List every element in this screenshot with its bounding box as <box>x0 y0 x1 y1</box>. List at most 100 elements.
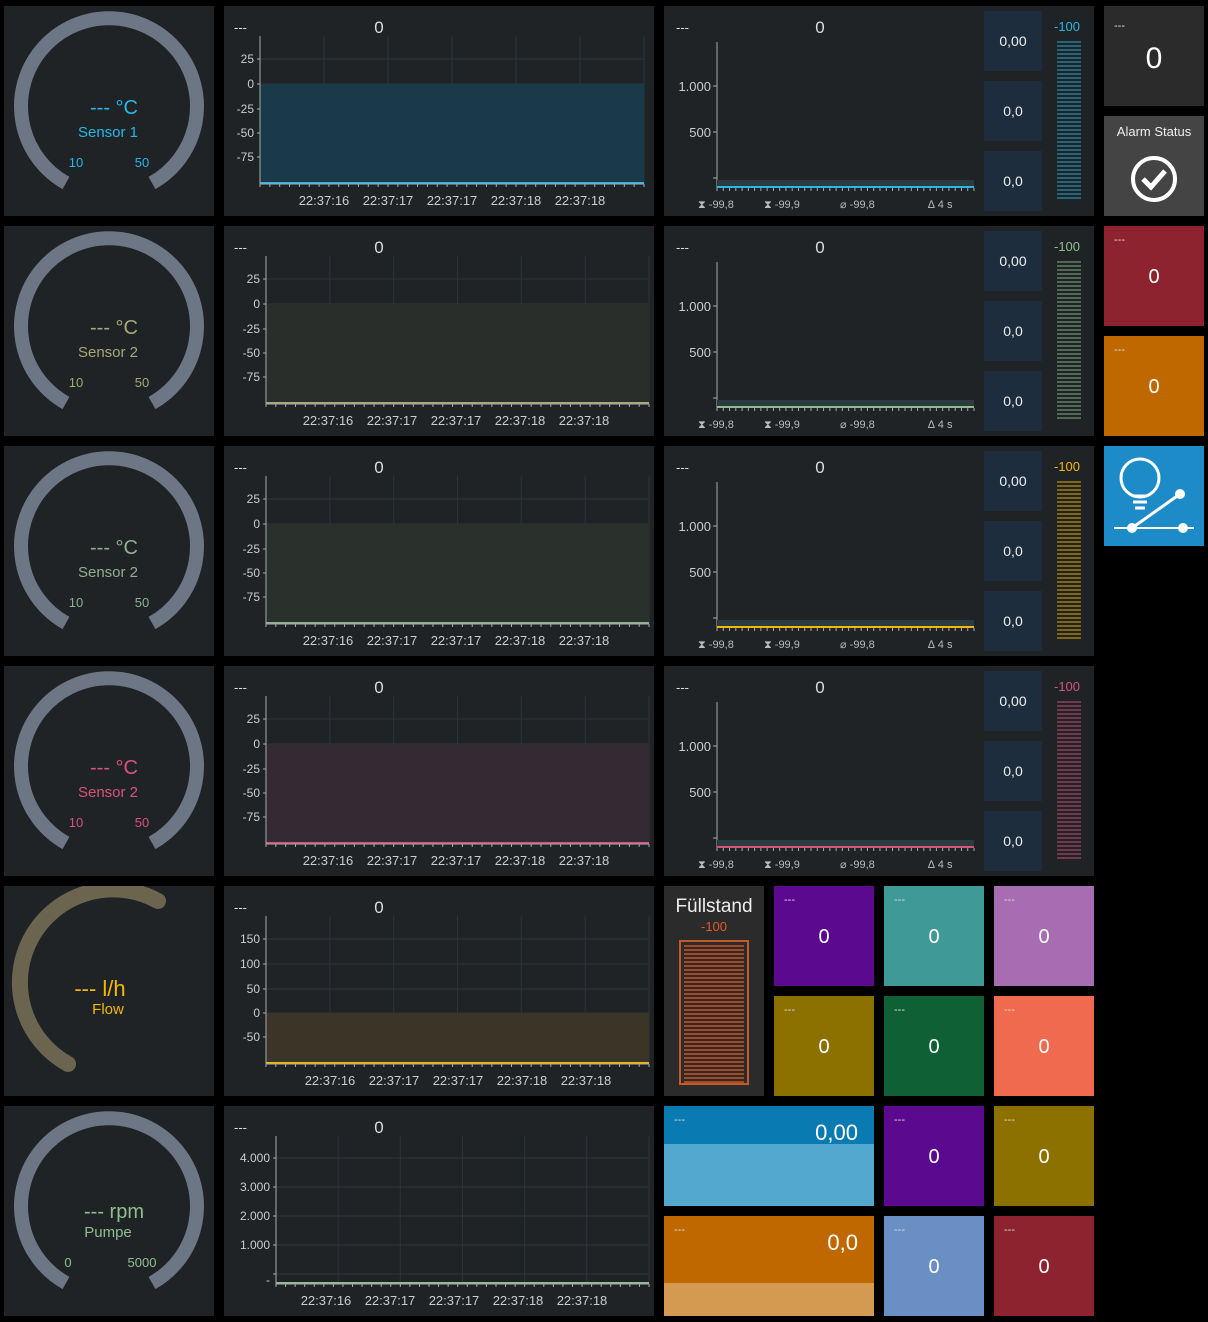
level-bar-segment <box>1057 593 1081 595</box>
gauge-min: 0 <box>64 1255 71 1270</box>
level-bar-segment <box>1057 109 1081 111</box>
fuellstand-segment <box>684 1073 744 1075</box>
level-bar-segment <box>1057 717 1081 719</box>
level-bar-segment <box>1057 385 1081 387</box>
line-chart: --- 0 4.000 3.000 2.000 1.000 - 22:37:16 22:37:1… <box>234 1118 650 1308</box>
level-bar-value: -100 <box>1054 679 1080 694</box>
gauge-reading: --- rpm <box>84 1201 144 1223</box>
level-bar-segment <box>1057 93 1081 95</box>
level-bar-segment <box>1057 713 1081 715</box>
x-tick-label: 22:37:18 <box>497 1073 548 1088</box>
x-tick-label: 22:37:17 <box>429 1293 480 1308</box>
stat-box-value: 0,00 <box>999 693 1026 709</box>
value-tile: --- 0 <box>994 1106 1094 1206</box>
value-tile: --- 0 <box>884 1216 984 1316</box>
x-tick-label: 22:37:18 <box>491 193 542 208</box>
level-bar-value: -100 <box>1054 459 1080 474</box>
gauge-label: Flow <box>92 1001 124 1018</box>
stat-footer: ⧗ -99,8 <box>698 859 734 871</box>
value-tile: --- 0 <box>884 1106 984 1206</box>
fuellstand-segment <box>684 969 744 971</box>
level-bar-segment <box>1057 793 1081 795</box>
gauge-reading: --- l/h <box>74 976 125 1001</box>
level-bar-segment <box>1057 737 1081 739</box>
gauge-label: Pumpe <box>84 1224 132 1241</box>
gauge-min: 10 <box>69 815 83 830</box>
value-tile: --- 0 <box>884 886 984 986</box>
chart-placeholder: --- <box>676 20 689 35</box>
chart-area <box>266 524 649 624</box>
stat-box-value: 0,0 <box>1003 173 1023 189</box>
y-tick-label: -75 <box>243 810 261 824</box>
stat-footer: ⌀ -99,8 <box>840 639 875 651</box>
stat-chart: --- 0 1.000 500 ⧗ -99,8 ⧗ -99,9 ⌀ -99,8 ∆ 4 s 0,… <box>676 451 1081 651</box>
x-tick-label: 22:37:17 <box>431 413 482 428</box>
stat-footer: ⌀ -99,8 <box>840 859 875 871</box>
value-tile: --- 0 <box>884 996 984 1096</box>
level-bar-segment <box>1057 317 1081 319</box>
y-tick-label: 50 <box>247 982 261 996</box>
gauge-max: 50 <box>135 595 149 610</box>
x-tick-label: 22:37:16 <box>303 633 354 648</box>
level-bar-segment <box>1057 77 1081 79</box>
level-bar-segment <box>1057 729 1081 731</box>
level-bar-segment <box>1057 801 1081 803</box>
level-bar-segment <box>1057 553 1081 555</box>
gauge-label: Sensor 2 <box>78 564 138 581</box>
x-tick-label: 22:37:17 <box>369 1073 420 1088</box>
fuellstand-segment <box>684 1017 744 1019</box>
tile-placeholder: --- <box>784 894 795 906</box>
fuellstand-tile: Füllstand -100 <box>664 886 764 1096</box>
y-tick-label: 1.000 <box>678 739 711 754</box>
x-tick-label: 22:37:16 <box>303 413 354 428</box>
level-bar-segment <box>1057 153 1081 155</box>
fuellstand-segment <box>684 949 744 951</box>
tile-value: 0 <box>1038 1146 1050 1168</box>
tile-placeholder: --- <box>1114 344 1125 356</box>
value-tile: --- 0 <box>774 996 874 1096</box>
level-bar-segment <box>1057 345 1081 347</box>
stat-box-value: 0,0 <box>1003 323 1023 339</box>
level-bar-segment <box>1057 69 1081 71</box>
level-bar-segment <box>1057 45 1081 47</box>
chart-area <box>266 1013 649 1064</box>
level-bar-segment <box>1057 349 1081 351</box>
level-bar-segment <box>1057 61 1081 63</box>
x-tick-label: 22:37:18 <box>493 1293 544 1308</box>
fill-level <box>664 1144 874 1206</box>
tile-value: 0 <box>928 926 940 948</box>
level-bar-segment <box>1057 81 1081 83</box>
stat-box-value: 0,0 <box>1003 763 1023 779</box>
x-tick-label: 22:37:18 <box>555 193 606 208</box>
gauge-reading: --- °C <box>90 537 138 559</box>
stat-footer: ⧗ -99,9 <box>764 639 800 651</box>
y-tick-label: 1.000 <box>678 79 711 94</box>
fuellstand-segment <box>684 1049 744 1051</box>
level-bar-segment <box>1057 113 1081 115</box>
alarm-status-tile[interactable]: Alarm Status <box>1104 116 1204 216</box>
gauge-reading: --- °C <box>90 97 138 119</box>
level-bar-segment <box>1057 841 1081 843</box>
fuellstand-segment <box>684 1009 744 1011</box>
stat-box-value: 0,00 <box>999 473 1026 489</box>
level-bar-segment <box>1057 613 1081 615</box>
y-tick-label: -50 <box>243 346 261 360</box>
level-bar-segment <box>1057 817 1081 819</box>
level-bar-segment <box>1057 569 1081 571</box>
line-chart: --- 0 25 0 -25 -50 -75 22:37:16 22:37:17 22:37:17… <box>234 18 645 208</box>
level-bar-segment <box>1057 561 1081 563</box>
y-tick-label: 0 <box>253 517 260 531</box>
light-switch-tile[interactable] <box>1104 446 1204 546</box>
fuellstand-segment <box>684 1069 744 1071</box>
level-bar-segment <box>1057 829 1081 831</box>
level-bar-segment <box>1057 169 1081 171</box>
level-bar-segment <box>1057 773 1081 775</box>
y-tick-label: -75 <box>243 590 261 604</box>
level-bar-segment <box>1057 125 1081 127</box>
level-bar-segment <box>1057 785 1081 787</box>
level-bar-segment <box>1057 121 1081 123</box>
gauge-arc: --- °C Sensor 1 10 50 <box>14 11 204 190</box>
tile-placeholder: --- <box>894 1114 905 1126</box>
x-tick-label: 22:37:18 <box>495 633 546 648</box>
level-bar-segment <box>1057 161 1081 163</box>
